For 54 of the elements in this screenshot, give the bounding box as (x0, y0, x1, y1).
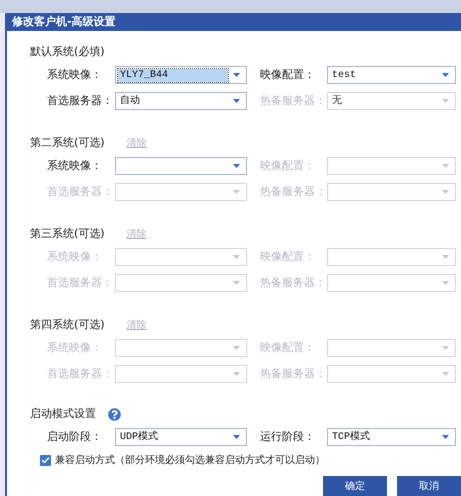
field-label: 首选服务器： (47, 94, 114, 108)
dropdown-caret-icon (233, 346, 240, 350)
field-label: 系统映像： (47, 159, 103, 173)
check-icon (41, 456, 50, 465)
dropdown-caret-icon (233, 255, 240, 259)
field-label: 热备服务器： (260, 94, 327, 108)
dropdown-caret-icon (442, 164, 449, 168)
dropdown-select[interactable]: TCP模式 (327, 428, 456, 446)
field-label: 运行阶段： (260, 430, 316, 444)
field-label: 映像配置： (260, 250, 316, 264)
checkbox-label: 兼容启动方式（部分环境必须勾选兼容启动方式才可以启动） (55, 454, 325, 468)
dropdown-caret-icon (442, 281, 449, 285)
section-heading: 第四系统(可选) (30, 316, 105, 333)
dropdown-caret-icon (233, 372, 240, 376)
dropdown-select[interactable]: 自动 (115, 92, 247, 110)
field-label: 首选服务器： (47, 367, 114, 381)
field-label: 热备服务器： (260, 276, 327, 290)
field-label: 首选服务器： (47, 276, 114, 290)
dropdown-caret-icon (442, 190, 449, 194)
dropdown-caret-icon (233, 99, 240, 103)
section-heading: 默认系统(必填) (30, 44, 105, 60)
dropdown-caret-icon (233, 164, 240, 168)
dropdown-caret-icon (442, 372, 449, 376)
dropdown-select[interactable] (115, 157, 247, 175)
dropdown-select[interactable]: YLY7_B44 (115, 66, 247, 84)
dropdown-caret-icon (442, 346, 449, 350)
field-label: 系统映像： (47, 68, 103, 82)
dropdown-caret-icon (233, 190, 240, 194)
field-label: 启动阶段： (47, 430, 103, 444)
dropdown-select[interactable]: test (327, 66, 456, 84)
section-heading: 第三系统(可选) (30, 226, 105, 242)
field-label: 热备服务器： (260, 367, 327, 381)
dialog-button[interactable]: 确定 (323, 476, 387, 496)
section-heading: 第二系统(可选) (30, 134, 105, 151)
field-label: 映像配置： (260, 159, 316, 173)
dropdown-caret-icon (442, 99, 449, 103)
field-label: 映像配置： (260, 68, 316, 82)
field-label: 映像配置： (260, 341, 316, 355)
window-title: 修改客户机-高级设置 (12, 14, 116, 30)
field-label: 首选服务器： (47, 185, 114, 199)
dropdown-caret-icon (442, 73, 449, 77)
dropdown-select[interactable]: UDP模式 (115, 428, 247, 446)
dropdown-caret-icon (442, 255, 449, 259)
dropdown-caret-icon (233, 73, 240, 77)
checkbox[interactable] (40, 455, 51, 466)
field-label: 系统映像： (47, 341, 103, 355)
dropdown-caret-icon (233, 281, 240, 285)
dropdown-caret-icon (442, 435, 449, 439)
dropdown-caret-icon (233, 435, 240, 439)
help-icon[interactable] (108, 408, 121, 420)
field-label: 热备服务器： (260, 185, 327, 199)
section-heading: 启动模式设置 (30, 406, 96, 422)
dialog-button[interactable]: 取消 (397, 476, 461, 496)
field-label: 系统映像： (47, 250, 103, 264)
